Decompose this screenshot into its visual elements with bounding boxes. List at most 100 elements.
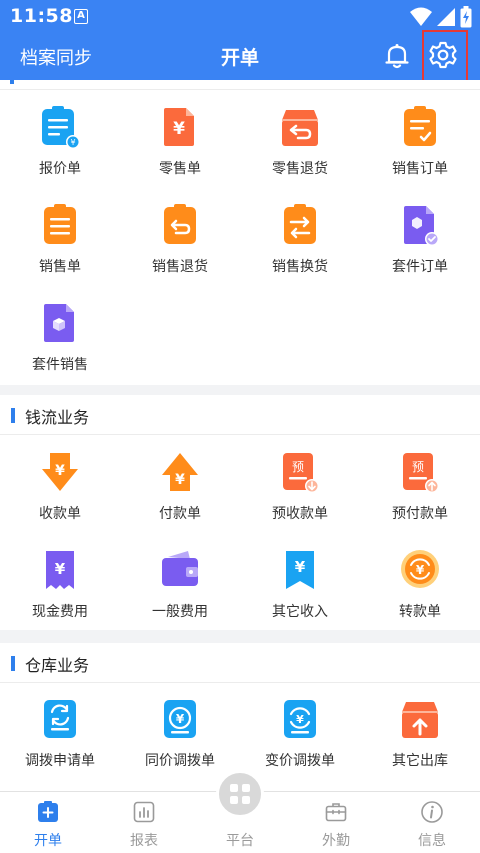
prepaid-glyph: 预 [412, 460, 424, 474]
field-work-bag-icon [325, 803, 347, 822]
transfer-coin-icon: ¥ [401, 550, 439, 588]
wifi-icon [410, 7, 432, 26]
bell-icon[interactable] [383, 42, 411, 70]
svg-text:¥: ¥ [55, 463, 65, 479]
nav-item-report[interactable]: 报表 [96, 792, 192, 853]
section-title: 仓库业务 [25, 656, 90, 675]
sales-item-label: 报价单 [39, 161, 81, 177]
sales-section: ¥ 报价单 ¥ 零售单 零售退货 销售订单 销售单 销售退货 销售换货 套件订单… [0, 80, 480, 385]
archive-sync-button[interactable]: 档案同步 [20, 44, 92, 70]
other-outbound-box-icon [402, 702, 438, 738]
nav-label: 开单 [34, 833, 62, 849]
warehouse-item-label: 变价调拨单 [265, 753, 335, 769]
prepaid-glyph: 预 [292, 460, 304, 474]
cash-item-receipt[interactable]: ¥ 收款单 [0, 451, 120, 547]
svg-text:¥: ¥ [55, 560, 66, 578]
warehouse-item-other-outbound[interactable]: 其它出库 [360, 698, 480, 794]
cash-item-label: 预收款单 [272, 506, 328, 522]
cash-section: 钱流业务 ¥ 收款单 ¥ 付款单 预 预收款单 预 预付款单 ¥ 现金费用 一般… [0, 395, 480, 630]
retail-yen-doc-icon: ¥ [164, 108, 194, 146]
sales-item-sales-order[interactable]: 销售订单 [360, 106, 480, 202]
kit-sales-doc-icon [44, 304, 74, 342]
svg-text:¥: ¥ [175, 472, 185, 488]
cash-item-prepaid-receive[interactable]: 预 预收款单 [240, 451, 360, 547]
sales-item-retail-return[interactable]: 零售退货 [240, 106, 360, 202]
battery-icon [460, 6, 472, 28]
section-title: 钱流业务 [25, 408, 90, 427]
signal-icon [437, 8, 455, 26]
cash-item-cash-expense[interactable]: ¥ 现金费用 [0, 549, 120, 645]
quote-clipboard-icon: ¥ [42, 106, 80, 149]
sales-item-quote[interactable]: ¥ 报价单 [0, 106, 120, 202]
nav-label: 外勤 [322, 833, 350, 849]
cash-item-label: 付款单 [159, 506, 201, 522]
nav-item-field-work[interactable]: 外勤 [288, 792, 384, 853]
cash-expense-receipt-icon: ¥ [46, 551, 74, 589]
sales-item-label: 销售退货 [152, 259, 208, 275]
cash-item-label: 现金费用 [32, 604, 88, 620]
other-income-ribbon-icon: ¥ [286, 551, 314, 589]
warehouse-item-label: 调拨申请单 [25, 753, 95, 769]
transfer-request-icon [44, 700, 76, 738]
warehouse-item-transfer-request[interactable]: 调拨申请单 [0, 698, 120, 794]
price-change-transfer-icon: ¥ [284, 700, 316, 738]
cash-item-payment[interactable]: ¥ 付款单 [120, 451, 240, 547]
cash-item-label: 其它收入 [272, 604, 328, 620]
sales-item-kit-order[interactable]: 套件订单 [360, 204, 480, 300]
svg-text:¥: ¥ [416, 563, 425, 577]
sales-item-label: 套件销售 [32, 357, 88, 373]
info-icon [421, 801, 443, 823]
sales-clipboard-icon [44, 204, 76, 244]
sales-item-label: 零售退货 [272, 161, 328, 177]
sales-item-sales-bill[interactable]: 销售单 [0, 204, 120, 300]
new-order-icon [38, 801, 58, 822]
sales-return-clipboard-icon [164, 204, 196, 244]
sales-exchange-clipboard-icon [284, 204, 316, 244]
svg-text:¥: ¥ [296, 713, 304, 726]
svg-text:¥: ¥ [173, 119, 185, 139]
cash-item-label: 转款单 [399, 604, 441, 620]
nav-label: 报表 [130, 833, 158, 849]
notification-icon: A [74, 9, 88, 24]
sales-item-sales-return[interactable]: 销售退货 [120, 204, 240, 300]
nav-label: 平台 [226, 833, 254, 849]
kit-order-doc-icon [404, 206, 439, 246]
sales-item-label: 销售订单 [392, 161, 448, 177]
sales-item-label: 套件订单 [392, 259, 448, 275]
warehouse-item-label: 其它出库 [392, 753, 448, 769]
cash-item-other-income[interactable]: ¥ 其它收入 [240, 549, 360, 645]
prepaid-pay-doc-icon: 预 [403, 453, 439, 493]
prepaid-receive-doc-icon: 预 [283, 453, 319, 493]
sales-order-clipboard-icon [404, 106, 436, 146]
svg-text:¥: ¥ [176, 712, 185, 726]
same-price-transfer-icon: ¥ [164, 700, 196, 738]
nav-item-new-order[interactable]: 开单 [0, 792, 96, 853]
report-chart-icon [133, 801, 155, 823]
sales-item-retail[interactable]: ¥ 零售单 [120, 106, 240, 202]
cash-item-label: 一般费用 [152, 604, 208, 620]
cash-item-label: 预付款单 [392, 506, 448, 522]
retail-return-box-icon [282, 110, 318, 146]
svg-text:¥: ¥ [70, 138, 75, 147]
cash-item-transfer[interactable]: ¥ 转款单 [360, 549, 480, 645]
status-bar: 11:58 A [0, 0, 480, 34]
payment-arrow-up-icon: ¥ [162, 453, 198, 491]
svg-text:¥: ¥ [295, 558, 306, 576]
status-time: 11:58 [10, 5, 73, 27]
warehouse-item-label: 同价调拨单 [145, 753, 215, 769]
platform-fab-button[interactable] [216, 770, 264, 818]
sales-item-label: 销售换货 [272, 259, 328, 275]
nav-label: 信息 [418, 833, 446, 849]
warehouse-section: 仓库业务 调拨申请单 ¥ 同价调拨单 ¥ 变价调拨单 其它出库 [0, 643, 480, 791]
receipt-arrow-down-icon: ¥ [42, 453, 78, 491]
nav-item-info[interactable]: 信息 [384, 792, 480, 853]
platform-grid-icon [230, 784, 250, 804]
sales-item-label: 销售单 [39, 259, 81, 275]
wallet-icon [162, 551, 198, 586]
sales-item-label: 零售单 [159, 161, 201, 177]
sales-item-kit-sales[interactable]: 套件销售 [0, 302, 120, 398]
sales-item-sales-exchange[interactable]: 销售换货 [240, 204, 360, 300]
cash-item-prepaid-pay[interactable]: 预 预付款单 [360, 451, 480, 547]
cash-item-general-expense[interactable]: 一般费用 [120, 549, 240, 645]
cash-item-label: 收款单 [39, 506, 81, 522]
